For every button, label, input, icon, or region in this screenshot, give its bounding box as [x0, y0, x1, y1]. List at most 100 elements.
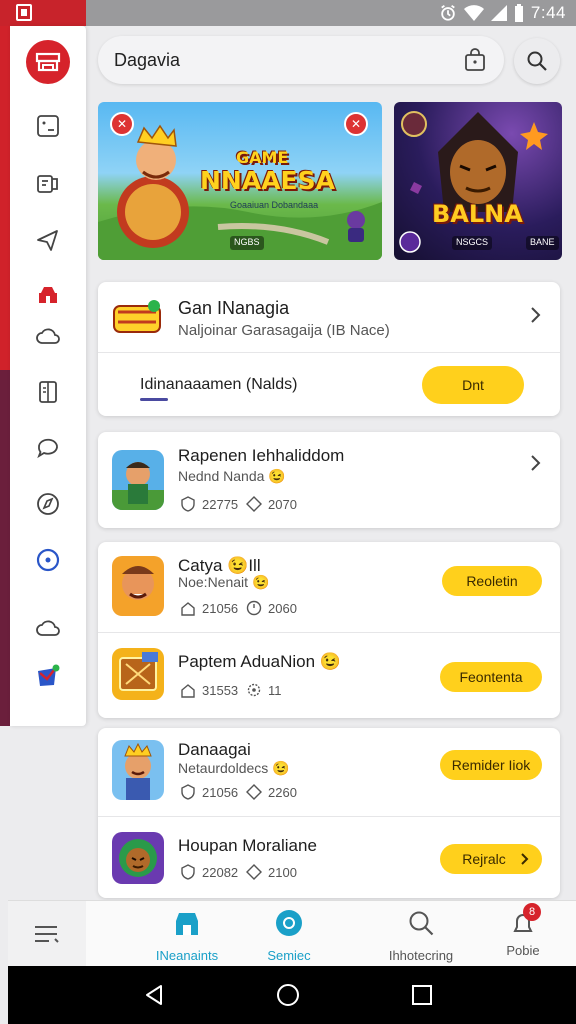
app-logo[interactable]: [26, 40, 70, 84]
game-action-button-5[interactable]: Rejralc: [440, 844, 542, 874]
stat-rating-3: 11: [246, 682, 282, 698]
paper-plane-icon: [37, 230, 58, 251]
stat-downloads-2: 21056: [180, 600, 238, 616]
featured-action-button[interactable]: Dnt: [422, 366, 524, 404]
featured-banner-2[interactable]: BALNA NSGCS BANE: [394, 102, 562, 260]
sidebar-item-explore[interactable]: [34, 490, 62, 518]
game-title-5: Houpan Moraliane: [178, 836, 317, 855]
search-bar[interactable]: Dagavia: [98, 36, 504, 84]
sidebar-item-chat[interactable]: [34, 434, 62, 462]
game-sub-4: Netaurdoldecs 😉: [178, 760, 290, 776]
search-icon: [527, 51, 547, 71]
stat-downloads-1: 22775: [180, 496, 238, 512]
sidebar-item-downloads[interactable]: [34, 614, 62, 642]
sidebar-item-dashboard[interactable]: [34, 112, 62, 140]
dashboard-icon: [37, 115, 59, 137]
nav-tab-monitoring[interactable]: Ihhotecring: [366, 909, 476, 965]
nav-label-monitoring: Ihhotecring: [388, 948, 454, 963]
featured-title: Gan INanagia: [178, 298, 290, 318]
chevron-right-icon[interactable]: [526, 306, 544, 324]
tab-underline: [140, 398, 168, 401]
alarm-icon: [441, 5, 455, 21]
nav-tab-search[interactable]: Semiec: [234, 909, 344, 965]
game-card-3[interactable]: Danaagai Netaurdoldecs 😉 21056 2260 Remi…: [98, 728, 560, 898]
featured-banner-1[interactable]: ✕ ✕ GAME NNAAESA Goaaiuan Dobandaaa NGBS: [98, 102, 382, 260]
stat-downloads-5: 22082: [180, 864, 238, 880]
game-action-button-3[interactable]: Feontenta: [440, 662, 542, 692]
bottom-navigation: INeanaints Semiec Ihhotecring 8 Pobie: [8, 900, 576, 967]
circle-badge-icon: [276, 910, 302, 936]
app-notification-icon: [16, 4, 32, 21]
nav-label-profile: Pobie: [506, 943, 540, 958]
recents-icon[interactable]: [410, 983, 434, 1007]
sidebar-item-notes[interactable]: [34, 378, 62, 406]
game-icon-2: [112, 556, 164, 616]
banner-title-line1: GAME: [236, 148, 289, 167]
diamond-icon: [246, 496, 262, 512]
gear-icon: [247, 683, 261, 697]
shop-icon: [39, 287, 57, 303]
stat-rating-5: 2100: [246, 864, 297, 880]
shield-icon: [181, 784, 195, 800]
battery-icon: [514, 4, 523, 22]
game-title-2: Catya 😉Ill: [178, 556, 261, 575]
shopping-bag-icon[interactable]: [464, 48, 486, 72]
featured-subtitle: Naljoinar Garasagaija (IB Nace): [178, 322, 390, 339]
game-icon-4: [112, 740, 164, 800]
nav-label-search: Semiec: [267, 948, 311, 963]
game-sub-1: Nednd Nanda 😉: [178, 468, 286, 484]
banner2-title: BALNA: [432, 200, 523, 228]
notes-icon: [39, 381, 57, 403]
featured-tab[interactable]: Idinanaaamen (Nalds): [140, 376, 297, 394]
timer-icon: [246, 600, 262, 616]
game-title-3: Paptem AduaNion 😉: [178, 652, 341, 671]
stat-downloads-4: 21056: [180, 784, 238, 800]
game-card-2[interactable]: Catya 😉Ill Noe:Nenait 😉 21056 2060 Reole…: [98, 542, 560, 718]
menu-icon: [35, 926, 59, 943]
game-sub-2: Noe:Nenait 😉: [178, 574, 270, 590]
game-action-button-2[interactable]: Reoletin: [442, 566, 542, 596]
home-icon: [181, 684, 195, 698]
store-icon: [176, 913, 198, 935]
game-card-1[interactable]: Rapenen Iehhaliddom Nednd Nanda 😉 22775 …: [98, 432, 560, 528]
card-divider: [98, 632, 560, 633]
back-icon[interactable]: [142, 983, 166, 1007]
card-divider: [98, 816, 560, 817]
home-button-icon[interactable]: [276, 983, 300, 1007]
game-icon-5: [112, 832, 164, 884]
search-input[interactable]: Dagavia: [114, 50, 180, 71]
home-icon: [181, 602, 195, 616]
cloud-icon: [36, 328, 60, 344]
sidebar-item-cloud[interactable]: [34, 322, 62, 350]
shield-icon: [181, 496, 195, 512]
sidebar-item-library[interactable]: [34, 170, 62, 198]
banner-badge-right: ✕: [344, 112, 368, 136]
featured-game-logo: [112, 296, 162, 340]
compass-icon: [37, 493, 59, 515]
sidebar-item-launch[interactable]: [34, 226, 62, 254]
status-bar-right: 7:44: [439, 2, 566, 24]
stat-rating-1: 2070: [246, 496, 297, 512]
sidebar: [10, 26, 86, 726]
search-button[interactable]: [514, 38, 560, 84]
chevron-right-icon: [521, 853, 529, 865]
game-action-button-4[interactable]: Remider Iiok: [440, 750, 542, 780]
nav-tab-home[interactable]: INeanaints: [132, 909, 242, 965]
banner2-chip-1: NSGCS: [452, 236, 493, 250]
game-title-1: Rapenen Iehhaliddom: [178, 446, 345, 465]
chevron-right-icon[interactable]: [526, 454, 544, 472]
mail-badge-icon: [38, 664, 60, 686]
chat-bubble-icon: [37, 438, 58, 459]
menu-button[interactable]: [8, 901, 86, 967]
nav-tab-profile[interactable]: 8 Pobie: [468, 903, 576, 965]
game-icon-3: [112, 648, 164, 700]
featured-game-card[interactable]: Gan INanagia Naljoinar Garasagaija (IB N…: [98, 282, 560, 416]
sidebar-item-activity[interactable]: [34, 546, 62, 574]
target-icon: [36, 548, 60, 572]
nav-label-home: INeanaints: [155, 948, 219, 963]
search-icon: [409, 911, 434, 936]
profile-icon-wrap: 8: [509, 903, 541, 937]
game-title-4: Danaagai: [178, 740, 251, 759]
sidebar-item-store[interactable]: [34, 280, 62, 308]
sidebar-item-messages[interactable]: [34, 662, 62, 690]
